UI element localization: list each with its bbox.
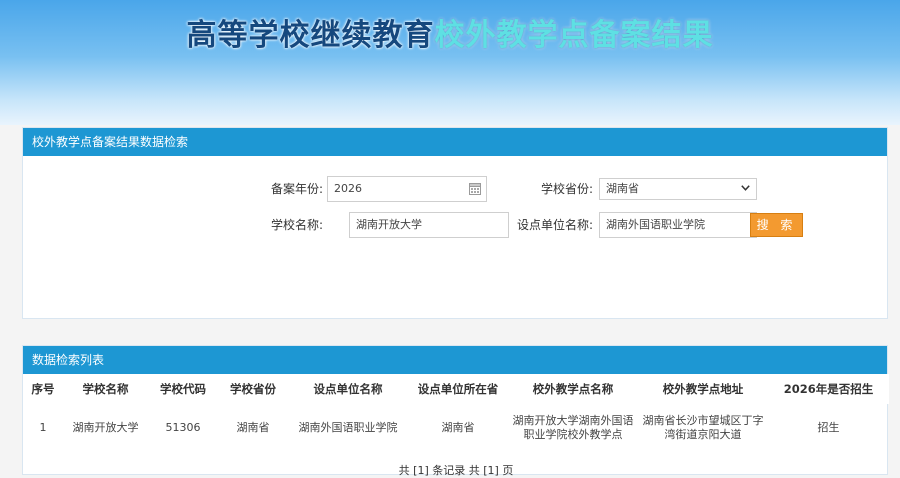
results-table: 序号 学校名称 学校代码 学校省份 设点单位名称 设点单位所在省 校外教学点名称… — [23, 374, 889, 452]
page-title-part2: 校外教学点备案结果 — [434, 18, 714, 53]
province-label: 学校省份: — [540, 182, 593, 196]
col-header-site-address: 校外教学点地址 — [638, 374, 768, 404]
table-header-row: 序号 学校名称 学校代码 学校省份 设点单位名称 设点单位所在省 校外教学点名称… — [23, 374, 889, 404]
cell-code: 51306 — [165, 421, 201, 434]
col-header-host-province: 设点单位所在省 — [408, 374, 508, 404]
cell-host: 湖南外国语职业学院 — [298, 421, 398, 434]
chevron-down-icon — [741, 185, 750, 191]
host-unit-input[interactable]: 湖南外国语职业学院 — [599, 212, 757, 238]
cell-province: 湖南省 — [236, 421, 270, 434]
col-header-code: 学校代码 — [148, 374, 218, 404]
results-panel-heading: 数据检索列表 — [23, 346, 887, 374]
cell-site-address: 湖南省长沙市望城区丁字湾街道京阳大道 — [642, 414, 764, 441]
col-header-no: 序号 — [23, 374, 63, 404]
col-header-site-name: 校外教学点名称 — [508, 374, 638, 404]
pagination-summary: 共 [1] 条记录 共 [1] 页 — [398, 464, 514, 477]
search-button[interactable]: 搜 索 — [750, 213, 803, 237]
col-header-enrolling: 2026年是否招生 — [768, 374, 889, 404]
search-row-1: 备案年份: 2026 学校省份: 湖南省 — [23, 176, 889, 202]
col-header-host: 设点单位名称 — [288, 374, 408, 404]
school-label: 学校名称: — [270, 218, 323, 232]
year-label: 备案年份: — [270, 182, 323, 196]
col-header-school: 学校名称 — [63, 374, 148, 404]
search-panel-heading: 校外教学点备案结果数据检索 — [23, 128, 887, 156]
header-banner: 高等学校继续教育校外教学点备案结果 — [0, 0, 900, 125]
cell-host-province: 湖南省 — [441, 421, 475, 434]
province-select[interactable]: 湖南省 — [599, 178, 757, 200]
cell-enrolling: 招生 — [817, 421, 840, 434]
search-row-2: 学校名称: 湖南开放大学 设点单位名称: 湖南外国语职业学院 搜 索 — [23, 212, 889, 238]
cell-site-name: 湖南开放大学湖南外国语职业学院校外教学点 — [512, 414, 634, 441]
table-row: 1 湖南开放大学 51306 湖南省 湖南外国语职业学院 湖南省 湖南开放大学湖… — [23, 404, 889, 452]
calendar-icon[interactable] — [469, 182, 481, 195]
results-panel: 数据检索列表 序号 学校名称 学校代码 学校省份 设点单位名称 设点单位所在省 … — [22, 345, 889, 477]
province-selected-value: 湖南省 — [606, 182, 639, 195]
year-input[interactable]: 2026 — [327, 176, 487, 202]
search-panel: 校外教学点备案结果数据检索 备案年份: 2026 学校省份: 湖南省 学校名称:… — [22, 127, 888, 319]
page-title: 高等学校继续教育校外教学点备案结果 — [0, 10, 900, 54]
col-header-province: 学校省份 — [218, 374, 288, 404]
cell-school: 湖南开放大学 — [72, 421, 139, 434]
year-value: 2026 — [334, 182, 362, 195]
page-title-part1: 高等学校继续教育 — [186, 18, 435, 53]
host-unit-label: 设点单位名称: — [516, 218, 593, 232]
cell-no: 1 — [39, 421, 47, 434]
